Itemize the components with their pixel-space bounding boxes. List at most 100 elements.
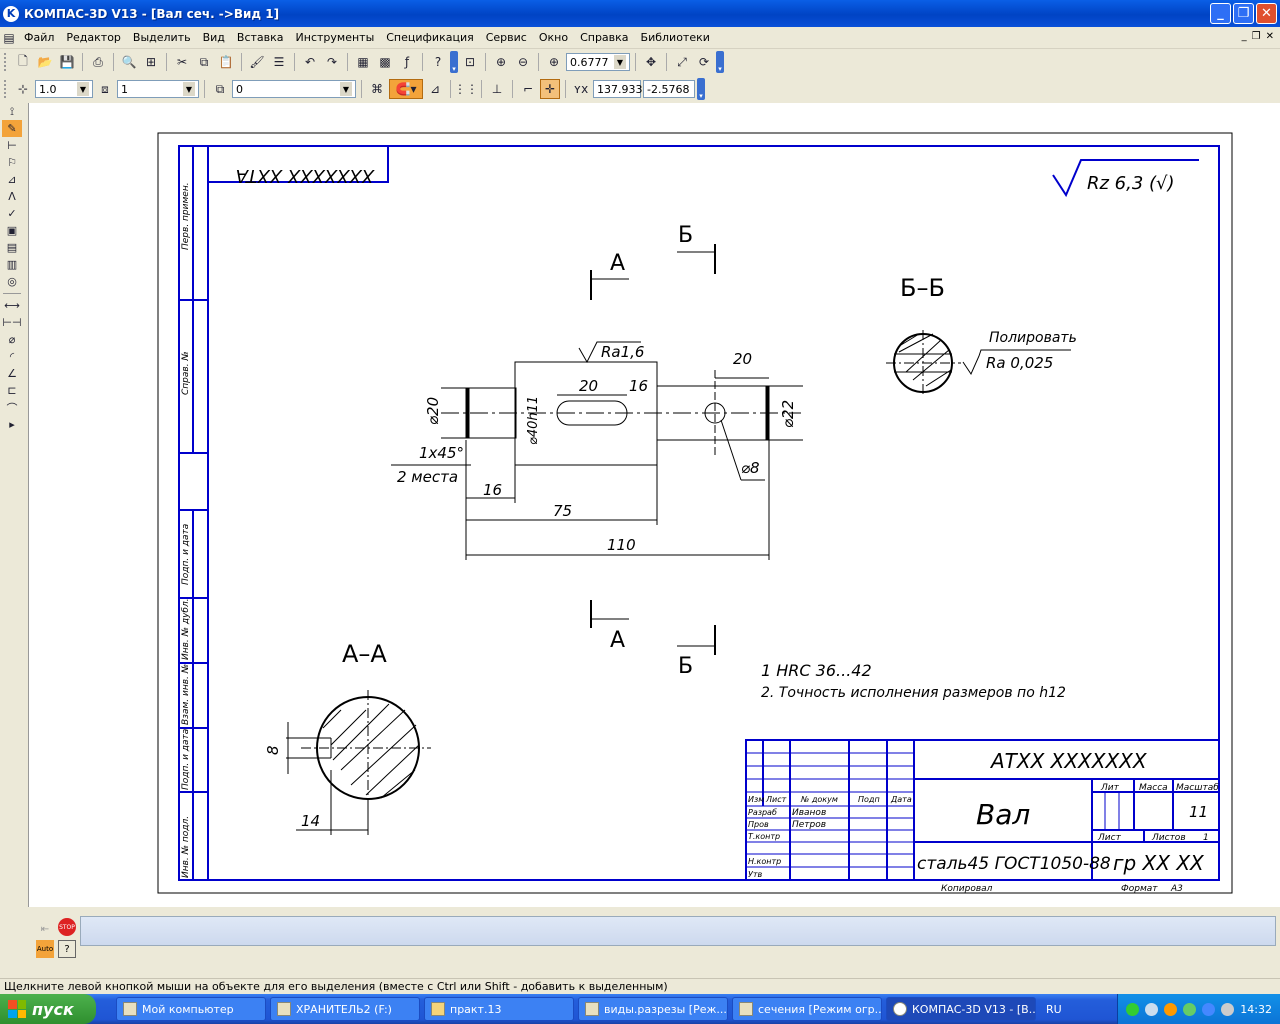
task-kompas[interactable]: КОМПАС-3D V13 - [В...	[886, 997, 1036, 1021]
redo-icon[interactable]: ↷	[322, 52, 342, 72]
show-all-icon[interactable]: ⤢	[672, 52, 692, 72]
chevron-down-icon[interactable]: ▼	[614, 55, 626, 69]
toolbar-chevron[interactable]: ▾	[716, 51, 724, 73]
manager-icon[interactable]: ⊞	[141, 52, 161, 72]
maximize-button[interactable]: ❐	[1233, 3, 1254, 24]
zoom-select[interactable]: 0.6777 ▼	[566, 53, 630, 71]
designations-icon[interactable]: ⚐	[2, 154, 22, 171]
menu-insert[interactable]: Вставка	[231, 31, 290, 44]
cs-icon[interactable]: ⊥	[487, 79, 507, 99]
grid-icon[interactable]: ⋮⋮	[454, 79, 478, 99]
variables-icon[interactable]: ƒ	[397, 52, 417, 72]
menu-help[interactable]: Справка	[574, 31, 634, 44]
mdi-close-button[interactable]: ✕	[1266, 31, 1274, 42]
close-button[interactable]: ✕	[1256, 3, 1277, 24]
tray-icon[interactable]	[1183, 1002, 1197, 1016]
copy-icon[interactable]: ⧉	[194, 52, 214, 72]
horizontal-dimension-icon[interactable]: ⊢⊣	[2, 314, 22, 331]
tray-icon[interactable]	[1126, 1002, 1140, 1016]
stop-icon[interactable]: STOP	[58, 918, 76, 936]
cursor-y-field[interactable]: -2.5768	[643, 80, 695, 98]
pan-icon[interactable]: ✥	[641, 52, 661, 72]
language-indicator[interactable]: RU	[1046, 1003, 1062, 1016]
parameters-icon[interactable]: ⌘	[367, 79, 387, 99]
print-icon[interactable]: ⎙	[88, 52, 108, 72]
tray-icon[interactable]	[1202, 1002, 1216, 1016]
task-word-sections[interactable]: сечения [Режим огр...	[732, 997, 882, 1021]
task-my-computer[interactable]: Мой компьютер	[116, 997, 266, 1021]
task-folder[interactable]: практ.13	[424, 997, 574, 1021]
menu-libraries[interactable]: Библиотеки	[635, 31, 716, 44]
ortho-icon[interactable]: ⌐	[518, 79, 538, 99]
speaker-icon[interactable]	[1221, 1002, 1235, 1016]
select-icon[interactable]: ✓	[2, 205, 22, 222]
help-pointer-icon[interactable]: ?	[428, 52, 448, 72]
zoom-out-icon[interactable]: ⊖	[513, 52, 533, 72]
minimize-button[interactable]: _	[1210, 3, 1231, 24]
task-drive[interactable]: ХРАНИТЕЛЬ2 (F:)	[270, 997, 420, 1021]
cut-icon[interactable]: ✂	[172, 52, 192, 72]
open-folder-icon[interactable]: 📂	[35, 52, 55, 72]
properties-icon[interactable]: ☰	[269, 52, 289, 72]
style-select[interactable]: 0 ▼	[232, 80, 356, 98]
clock[interactable]: 14:32	[1240, 1003, 1272, 1016]
snap-magnet-icon[interactable]: 🧲▾	[389, 79, 423, 99]
associative-views-icon[interactable]: ▣	[2, 222, 22, 239]
menu-editor[interactable]: Редактор	[60, 31, 127, 44]
diameter-dimension-icon[interactable]: ⌀	[2, 331, 22, 348]
drawing-canvas[interactable]: Перв. примен. Справ. № Подп. и дата Инв.…	[28, 103, 1280, 907]
menu-file[interactable]: Файл	[18, 31, 60, 44]
menu-view[interactable]: Вид	[197, 31, 231, 44]
arc-dimension-icon[interactable]: ⌒	[2, 399, 22, 416]
break-dimension-icon[interactable]: ⊏	[2, 382, 22, 399]
step-select[interactable]: 1.0 ▼	[35, 80, 93, 98]
zoom-in-icon[interactable]: ⊕	[491, 52, 511, 72]
paste-icon[interactable]: 📋	[216, 52, 236, 72]
library-manager-icon[interactable]: ▩	[375, 52, 395, 72]
tray-icon[interactable]	[1145, 1002, 1159, 1016]
tree-icon[interactable]: ▦	[353, 52, 373, 72]
parametrization-icon[interactable]: ⊿	[2, 171, 22, 188]
menu-window[interactable]: Окно	[533, 31, 574, 44]
menu-service[interactable]: Сервис	[480, 31, 533, 44]
mdi-minimize-button[interactable]: _	[1242, 31, 1247, 42]
reports-icon[interactable]: ▥	[2, 256, 22, 273]
edit-icon[interactable]: ✎	[2, 120, 22, 137]
refresh-icon[interactable]: ⟳	[694, 52, 714, 72]
back-arrow-icon[interactable]: ⇤	[36, 920, 54, 938]
cursor-x-field[interactable]: 137.933	[593, 80, 643, 98]
geometry-icon[interactable]: ⟟	[2, 103, 22, 120]
measure-icon[interactable]: Λ	[2, 188, 22, 205]
menu-select[interactable]: Выделить	[127, 31, 197, 44]
save-icon[interactable]: 💾	[57, 52, 77, 72]
auto-create-icon[interactable]: Auto	[36, 940, 54, 958]
snap-icon[interactable]: ✛	[540, 79, 560, 99]
menu-specification[interactable]: Спецификация	[380, 31, 479, 44]
chevron-down-icon[interactable]: ▼	[340, 82, 352, 96]
preview-icon[interactable]: 🔍	[119, 52, 139, 72]
zoom-frame-icon[interactable]: ⊡	[460, 52, 480, 72]
toolbar-chevron[interactable]: ▾	[450, 51, 458, 73]
insert-icon[interactable]: ◎	[2, 273, 22, 290]
undo-icon[interactable]: ↶	[300, 52, 320, 72]
linear-dimension-icon[interactable]: ⟷	[2, 297, 22, 314]
more-tools-icon[interactable]: ▸	[2, 416, 22, 433]
angle-dimension-icon[interactable]: ∠	[2, 365, 22, 382]
local-cs-icon[interactable]: ⊿	[425, 79, 445, 99]
dimensions-icon[interactable]: ⊢	[2, 137, 22, 154]
specification-icon[interactable]: ▤	[2, 239, 22, 256]
layer-select[interactable]: 1 ▼	[117, 80, 199, 98]
chevron-down-icon[interactable]: ▼	[77, 82, 89, 96]
task-word-views[interactable]: виды.разрезы [Реж...	[578, 997, 728, 1021]
tray-icon[interactable]	[1164, 1002, 1178, 1016]
menu-tools[interactable]: Инструменты	[290, 31, 381, 44]
radius-dimension-icon[interactable]: ◜	[2, 348, 22, 365]
toolbar-grip[interactable]	[4, 53, 8, 71]
toolbar-chevron[interactable]: ▾	[697, 78, 705, 100]
mdi-restore-button[interactable]: ❐	[1252, 31, 1261, 42]
new-document-icon[interactable]: 🗋	[13, 52, 33, 72]
copy-properties-icon[interactable]: 🖌	[247, 52, 267, 72]
chevron-down-icon[interactable]: ▼	[183, 82, 195, 96]
zoom-scale-icon[interactable]: ⊕	[544, 52, 564, 72]
toolbar-grip[interactable]	[4, 80, 8, 98]
